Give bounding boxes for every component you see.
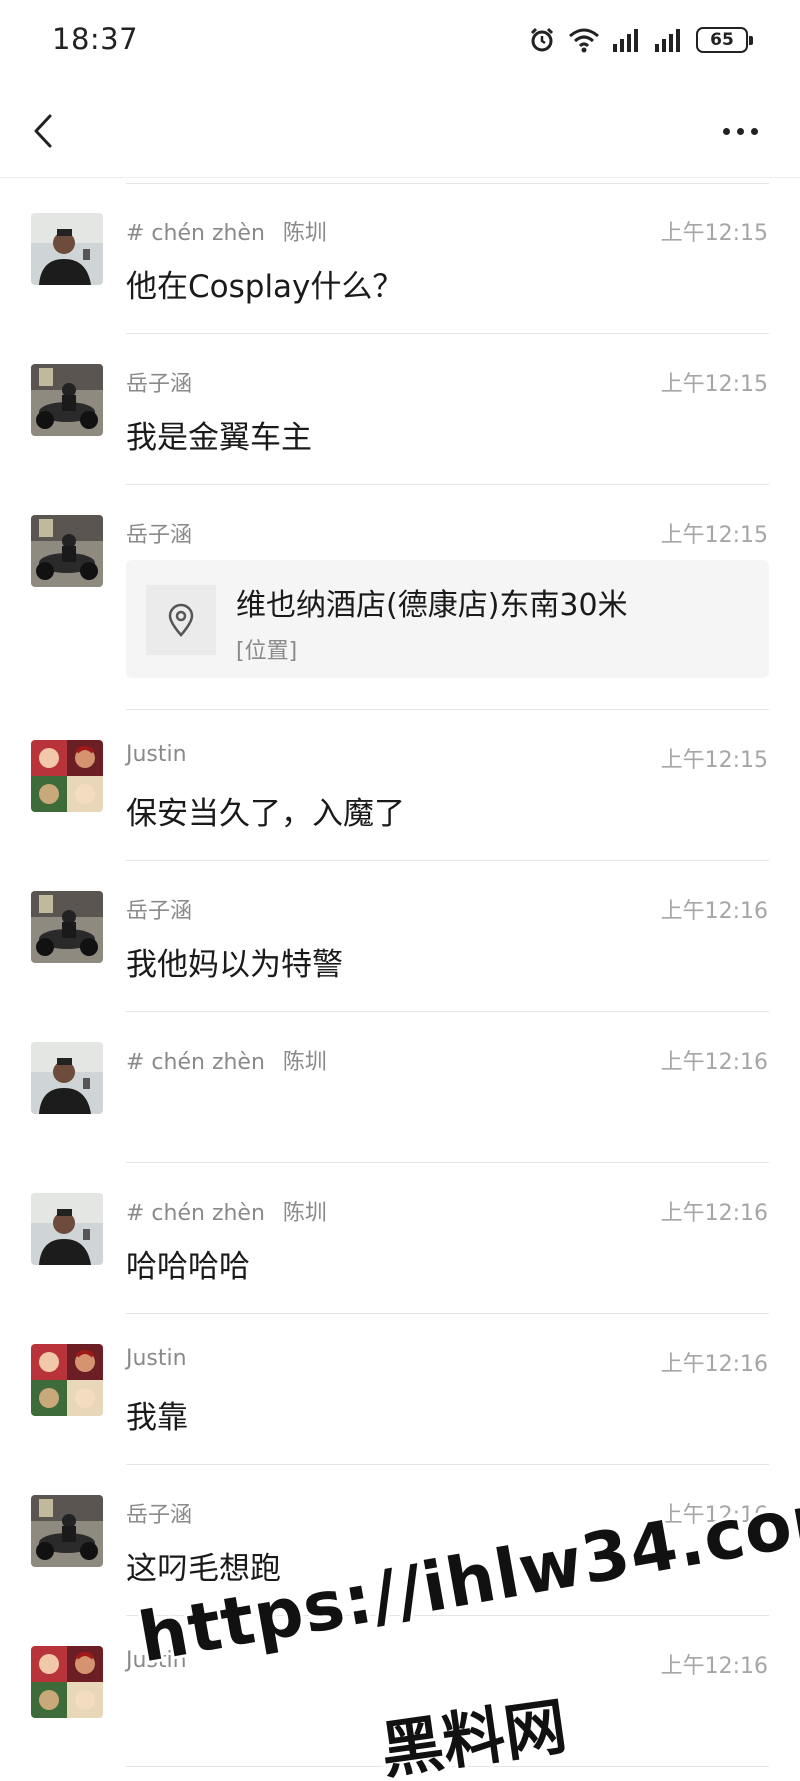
message-time: 上午12:16 bbox=[660, 1654, 768, 1679]
message-item[interactable]: Justin 上午12:16 bbox=[0, 1616, 800, 1767]
message-text[interactable]: 我靠 bbox=[126, 1392, 188, 1437]
location-pin-icon bbox=[146, 585, 216, 655]
message-item[interactable]: # chén zhèn 陈圳 上午12:15 他在Cosplay什么？ bbox=[0, 183, 800, 334]
sender-name: Justin bbox=[126, 1346, 187, 1371]
message-time: 上午12:15 bbox=[660, 372, 768, 397]
avatar[interactable] bbox=[31, 1495, 103, 1567]
sender-name: # chén zhèn 陈圳 bbox=[126, 1195, 327, 1227]
message-item[interactable]: # chén zhèn 陈圳 上午12:16 bbox=[0, 1012, 800, 1163]
location-title: 维也纳酒店(德康店)东南30米 bbox=[236, 588, 628, 623]
avatar-man-icon bbox=[31, 213, 103, 285]
status-icons: 65 bbox=[528, 26, 753, 54]
battery-icon: 65 bbox=[696, 27, 753, 53]
sender-remark: 陈圳 bbox=[282, 221, 327, 246]
status-bar: 18:37 65 bbox=[0, 0, 800, 84]
avatar[interactable] bbox=[31, 740, 103, 812]
message-text[interactable]: 哈哈哈哈 bbox=[126, 1241, 250, 1286]
message-item[interactable]: 岳子涵 上午12:16 我他妈以为特警 bbox=[0, 861, 800, 1012]
message-item[interactable]: 岳子涵 上午12:15 维也纳酒店(德康店)东南30米 [位置] bbox=[0, 485, 800, 710]
status-time: 18:37 bbox=[52, 22, 139, 56]
message-text[interactable]: 我是金翼车主 bbox=[126, 412, 312, 457]
avatar[interactable] bbox=[31, 891, 103, 963]
message-item[interactable]: # chén zhèn 陈圳 上午12:16 哈哈哈哈 bbox=[0, 1163, 800, 1314]
message-text[interactable]: 这叼毛想跑 bbox=[126, 1543, 281, 1588]
chevron-left-icon bbox=[34, 114, 52, 148]
message-time: 上午12:15 bbox=[660, 748, 768, 773]
avatar[interactable] bbox=[31, 213, 103, 285]
message-time: 上午12:15 bbox=[660, 523, 768, 548]
more-button[interactable] bbox=[710, 108, 770, 154]
sender-name: Justin bbox=[126, 742, 187, 767]
sender-name: 岳子涵 bbox=[126, 899, 193, 924]
message-text[interactable]: 他在Cosplay什么？ bbox=[126, 261, 403, 306]
message-item[interactable]: 岳子涵 上午12:15 我是金翼车主 bbox=[0, 334, 800, 485]
more-dots-icon bbox=[722, 127, 730, 135]
sender-remark: 陈圳 bbox=[282, 1201, 327, 1226]
signal-icon bbox=[655, 29, 680, 52]
message-list[interactable]: # chén zhèn 陈圳 上午12:15 他在Cosplay什么？ 岳子涵 上… bbox=[0, 183, 800, 1767]
message-text[interactable]: 我他妈以为特警 bbox=[126, 939, 343, 984]
avatar-man-icon bbox=[31, 1042, 103, 1114]
avatar-anime-icon bbox=[31, 1646, 103, 1718]
avatar-motorbike-icon bbox=[31, 364, 103, 436]
sender-nickname: # chén zhèn bbox=[126, 1050, 265, 1075]
alarm-icon bbox=[530, 27, 554, 52]
sender-nickname: # chén zhèn bbox=[126, 1201, 265, 1226]
message-time: 上午12:16 bbox=[660, 899, 768, 924]
sender-name: 岳子涵 bbox=[126, 372, 193, 397]
message-time: 上午12:16 bbox=[660, 1050, 768, 1075]
message-time: 上午12:15 bbox=[660, 221, 768, 246]
wifi-icon bbox=[569, 28, 599, 53]
message-time: 上午12:16 bbox=[660, 1201, 768, 1226]
sender-name: 岳子涵 bbox=[126, 1503, 193, 1528]
avatar-anime-icon bbox=[31, 1344, 103, 1416]
avatar[interactable] bbox=[31, 1646, 103, 1718]
message-item[interactable]: Justin 上午12:15 保安当久了，入魔了 bbox=[0, 710, 800, 861]
avatar[interactable] bbox=[31, 364, 103, 436]
message-item[interactable]: 岳子涵 上午12:16 这叼毛想跑 bbox=[0, 1465, 800, 1616]
avatar[interactable] bbox=[31, 1344, 103, 1416]
location-label: [位置] bbox=[236, 639, 298, 664]
location-card[interactable]: 维也纳酒店(德康店)东南30米 [位置] bbox=[126, 560, 769, 678]
sender-name: Justin bbox=[126, 1648, 187, 1673]
message-text[interactable]: 保安当久了，入魔了 bbox=[126, 788, 405, 833]
message-item[interactable]: Justin 上午12:16 我靠 bbox=[0, 1314, 800, 1465]
avatar[interactable] bbox=[31, 1193, 103, 1265]
signal-icon bbox=[613, 29, 638, 52]
avatar-man-icon bbox=[31, 1193, 103, 1265]
sender-name: 岳子涵 bbox=[126, 523, 193, 548]
battery-level: 65 bbox=[710, 30, 734, 50]
message-time: 上午12:16 bbox=[660, 1503, 768, 1528]
sender-name: # chén zhèn 陈圳 bbox=[126, 1044, 327, 1076]
sender-nickname: # chén zhèn bbox=[126, 221, 265, 246]
back-button[interactable] bbox=[22, 106, 72, 156]
avatar-anime-icon bbox=[31, 740, 103, 812]
avatar[interactable] bbox=[31, 515, 103, 587]
avatar[interactable] bbox=[31, 1042, 103, 1114]
avatar-motorbike-icon bbox=[31, 515, 103, 587]
sender-name: # chén zhèn 陈圳 bbox=[126, 215, 327, 247]
message-time: 上午12:16 bbox=[660, 1352, 768, 1377]
avatar-motorbike-icon bbox=[31, 1495, 103, 1567]
nav-bar bbox=[0, 84, 800, 178]
avatar-motorbike-icon bbox=[31, 891, 103, 963]
sender-remark: 陈圳 bbox=[282, 1050, 327, 1075]
